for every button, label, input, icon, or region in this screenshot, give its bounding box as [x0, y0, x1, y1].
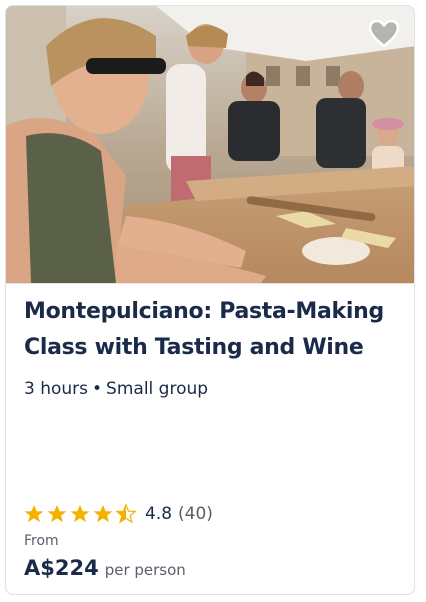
activity-photo[interactable] [6, 6, 414, 284]
wishlist-button[interactable] [366, 16, 402, 52]
price-amount: A$224 [24, 556, 99, 580]
rating-value: 4.8 [145, 504, 173, 524]
star-rating [24, 504, 139, 524]
price-from-label: From [24, 533, 59, 549]
rating-row: 4.8 (40) [24, 500, 213, 528]
activity-meta: 3 hours • Small group [24, 377, 208, 401]
heart-icon[interactable] [368, 19, 400, 49]
star-half-icon [116, 504, 136, 524]
star-full-icon [93, 505, 113, 523]
review-count: (40) [178, 504, 213, 524]
activity-card[interactable]: Montepulciano: Pasta-Making Class with T… [5, 5, 415, 595]
star-full-icon [70, 505, 90, 523]
star-full-icon [24, 505, 44, 523]
duration-label: 3 hours [24, 379, 89, 399]
pasta-class-photo [6, 6, 414, 283]
meta-separator: • [92, 379, 103, 399]
activity-title[interactable]: Montepulciano: Pasta-Making Class with T… [24, 294, 400, 366]
price-unit: per person [104, 561, 186, 579]
price-row: A$224 per person [24, 556, 186, 580]
group-size-label: Small group [106, 379, 209, 399]
star-full-icon [47, 505, 67, 523]
